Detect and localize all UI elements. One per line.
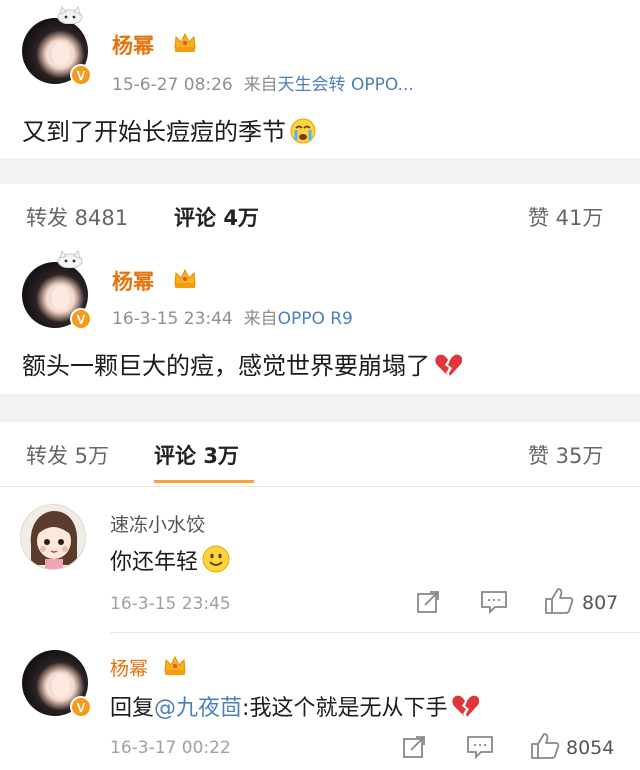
verified-badge: V [70,696,92,718]
post-text: 又到了开始长痘痘的季节 [22,112,316,147]
comment-text-content: :我这个就是无从下手 [242,696,448,721]
comment-tab-label: 评论 [154,444,196,468]
reply-prefix: 回复 [110,696,155,721]
thumbs-up-icon[interactable] [544,587,574,615]
crown-icon [174,32,196,52]
post-time: 15-6-27 08:26 [112,75,233,95]
verified-badge: V [70,308,92,330]
crown-icon [164,655,186,675]
repost-tab[interactable]: 转发 5万 [26,440,109,470]
comment-text-content: 你还年轻 [110,550,199,575]
commenter-avatar[interactable]: V [22,650,92,718]
comment-time: 16-3-17 00:22 [110,738,231,758]
comment-tab-count: 3万 [203,444,239,468]
cat-ears-icon [57,250,83,268]
avatar-face [52,42,70,66]
mention-link[interactable]: @九夜茴 [154,696,242,721]
cat-ears-icon [57,6,83,24]
share-icon[interactable] [416,590,442,614]
post-time: 16-3-15 23:44 [112,309,233,329]
thumbs-up-icon[interactable] [530,732,560,760]
comment-text: 你还年轻 [110,544,230,576]
source-prefix: 来自 [243,75,278,95]
post-source[interactable]: 天生会转 OPPO... [278,75,414,95]
cartoon-girl-icon [30,511,78,569]
comment-tab-count: 4万 [223,206,259,230]
comment-tab-label: 评论 [174,206,216,230]
section-gap [0,394,640,422]
reply-icon[interactable] [480,590,508,614]
verified-badge: V [70,64,92,86]
crying-face-icon [290,118,316,144]
divider [110,632,640,633]
reply-icon[interactable] [466,735,494,759]
comment-tab[interactable]: 评论 4万 [174,202,259,232]
like-tab[interactable]: 赞 41万 [528,202,603,232]
post-2: V 杨幂 16-3-15 23:44 来自OPPO R9 额头一颗巨大的痘，感觉… [0,246,640,394]
post-meta: 16-3-15 23:44 来自OPPO R9 [112,304,353,329]
comment-text: 回复@九夜茴:我这个就是无从下手 [110,690,480,722]
author-name[interactable]: 杨幂 [112,30,154,60]
broken-heart-icon [435,354,462,376]
author-name[interactable]: 杨幂 [112,266,154,296]
commenter-avatar[interactable] [20,504,86,570]
comment-time: 16-3-15 23:45 [110,594,231,614]
like-tab[interactable]: 赞 35万 [528,440,603,470]
post-2-stats: 转发 5万 评论 3万 赞 35万 [0,422,640,486]
post-1: V 杨幂 15-6-27 08:26 来自天生会转 OPPO... 又到了开始长… [0,0,640,158]
section-gap [0,158,640,184]
post-text-content: 又到了开始长痘痘的季节 [22,118,286,146]
post-text: 额头一颗巨大的痘，感觉世界要崩塌了 [22,346,462,381]
avatar-face [52,674,70,698]
post-1-stats: 转发 8481 评论 4万 赞 41万 [0,184,640,246]
divider [0,486,640,487]
comment-tab[interactable]: 评论 3万 [154,440,239,470]
repost-tab[interactable]: 转发 8481 [26,202,128,232]
share-icon[interactable] [402,735,428,759]
avatar-face [52,286,70,310]
commenter-name[interactable]: 速冻小水饺 [110,510,205,537]
active-tab-indicator [154,480,254,483]
like-count: 807 [582,592,619,614]
source-prefix: 来自 [243,309,278,329]
author-avatar[interactable]: V [22,250,92,330]
broken-heart-icon [452,695,480,717]
like-count: 8054 [566,737,615,759]
post-text-content: 额头一颗巨大的痘，感觉世界要崩塌了 [22,352,430,380]
commenter-name[interactable]: 杨幂 [110,654,148,681]
crown-icon [174,268,196,288]
smile-icon [202,545,230,573]
author-avatar[interactable]: V [22,6,92,86]
post-source[interactable]: OPPO R9 [278,309,353,329]
post-meta: 15-6-27 08:26 来自天生会转 OPPO... [112,70,414,95]
